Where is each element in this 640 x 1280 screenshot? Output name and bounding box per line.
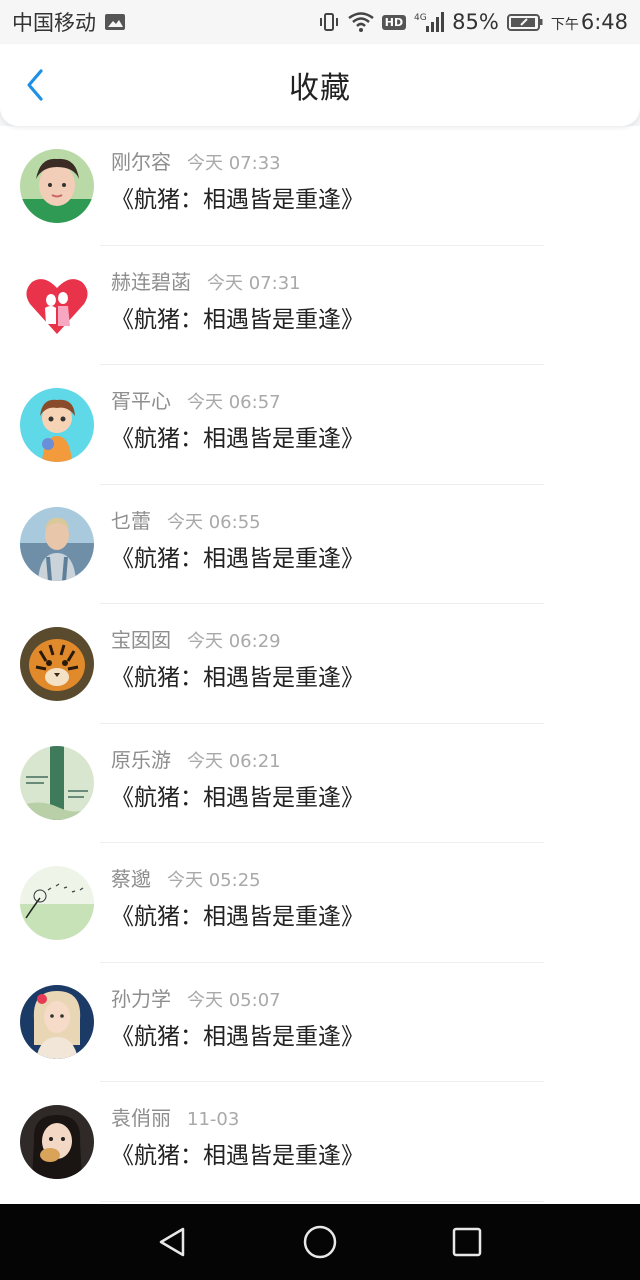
carrier-name: 中国移动 <box>12 11 96 35</box>
list-item[interactable]: 孙力学 今天 05:07 《航猪：相遇皆是重逢》 <box>0 963 640 1083</box>
timestamp: 今天 06:21 <box>187 750 281 772</box>
system-home-button[interactable] <box>300 1222 340 1262</box>
timestamp: 今天 05:07 <box>187 989 281 1011</box>
username: 孙力学 <box>111 986 171 1011</box>
avatar <box>20 507 94 582</box>
item-title: 《航猪：相遇皆是重逢》 <box>111 426 364 452</box>
item-title: 《航猪：相遇皆是重逢》 <box>111 1143 364 1169</box>
battery-icon <box>506 12 543 32</box>
vibrate-icon <box>318 11 340 33</box>
timestamp: 今天 06:29 <box>187 631 281 652</box>
image-notification-icon <box>104 12 126 32</box>
avatar <box>20 1104 94 1179</box>
avatar <box>20 148 94 223</box>
item-title: 《航猪：相遇皆是重逢》 <box>111 665 364 691</box>
back-button[interactable] <box>18 68 52 102</box>
timestamp: 今天 06:57 <box>187 392 281 413</box>
username: 宝囡囡 <box>111 628 171 652</box>
timestamp: 今天 07:33 <box>187 153 281 174</box>
username: 蔡邈 <box>111 867 151 891</box>
item-title: 《航猪：相遇皆是重逢》 <box>111 545 364 572</box>
item-title: 《航猪：相遇皆是重逢》 <box>111 904 364 930</box>
item-title: 《航猪：相遇皆是重逢》 <box>111 1023 364 1050</box>
username: 胥平心 <box>111 389 171 413</box>
list-item[interactable]: 赫连碧菡 今天 07:31 《航猪：相遇皆是重逢》 <box>0 246 640 366</box>
signal-icon: 4G <box>414 11 445 33</box>
system-nav-bar <box>0 1204 640 1280</box>
timestamp: 今天 06:55 <box>167 511 261 533</box>
triangle-back-icon <box>160 1227 185 1257</box>
ampm-label: 下午 <box>550 17 579 33</box>
username: 原乐游 <box>111 747 171 772</box>
square-recents-icon <box>452 1227 481 1257</box>
avatar <box>20 985 94 1060</box>
list-item[interactable]: 原乐游 今天 06:21 《航猪：相遇皆是重逢》 <box>0 724 640 844</box>
item-title: 《航猪：相遇皆是重逢》 <box>111 784 364 811</box>
battery-percent: 85% <box>452 10 499 34</box>
list-item[interactable]: 刚尔容 今天 07:33 《航猪：相遇皆是重逢》 <box>0 126 640 246</box>
system-recents-button[interactable] <box>447 1222 487 1262</box>
favorites-list: 刚尔容 今天 07:33 《航猪：相遇皆是重逢》 赫连碧菡 今天 07:31 《… <box>0 126 640 1204</box>
wifi-icon <box>348 12 374 32</box>
circle-home-icon <box>303 1225 337 1259</box>
avatar <box>20 626 94 701</box>
username: 赫连碧菡 <box>111 269 191 294</box>
avatar <box>20 865 94 940</box>
list-item[interactable]: 宝囡囡 今天 06:29 《航猪：相遇皆是重逢》 <box>0 604 640 724</box>
timestamp: 今天 07:31 <box>207 272 301 294</box>
title-bar: 收藏 <box>0 44 640 126</box>
status-bar: 中国移动 HD 4G 85% 下午6:48 <box>0 0 640 44</box>
timestamp: 今天 05:25 <box>167 870 261 891</box>
hd-badge: HD <box>381 14 407 30</box>
network-type: 4G <box>414 13 427 23</box>
avatar <box>20 746 94 821</box>
page-title: 收藏 <box>289 71 351 106</box>
chevron-left-icon <box>27 69 43 101</box>
avatar <box>20 387 94 462</box>
list-item[interactable]: 乜蕾 今天 06:55 《航猪：相遇皆是重逢》 <box>0 485 640 605</box>
list-item[interactable]: 袁俏丽 11-03 《航猪：相遇皆是重逢》 <box>0 1082 640 1202</box>
username: 袁俏丽 <box>111 1106 171 1130</box>
timestamp: 11-03 <box>187 1109 240 1130</box>
system-back-button[interactable] <box>153 1222 193 1262</box>
item-title: 《航猪：相遇皆是重逢》 <box>111 187 364 213</box>
username: 刚尔容 <box>111 150 171 174</box>
username: 乜蕾 <box>111 508 151 533</box>
list-item[interactable]: 胥平心 今天 06:57 《航猪：相遇皆是重逢》 <box>0 365 640 485</box>
item-title: 《航猪：相遇皆是重逢》 <box>111 306 364 333</box>
clock: 6:48 <box>580 10 628 34</box>
avatar <box>20 268 94 343</box>
list-item[interactable]: 蔡邈 今天 05:25 《航猪：相遇皆是重逢》 <box>0 843 640 963</box>
